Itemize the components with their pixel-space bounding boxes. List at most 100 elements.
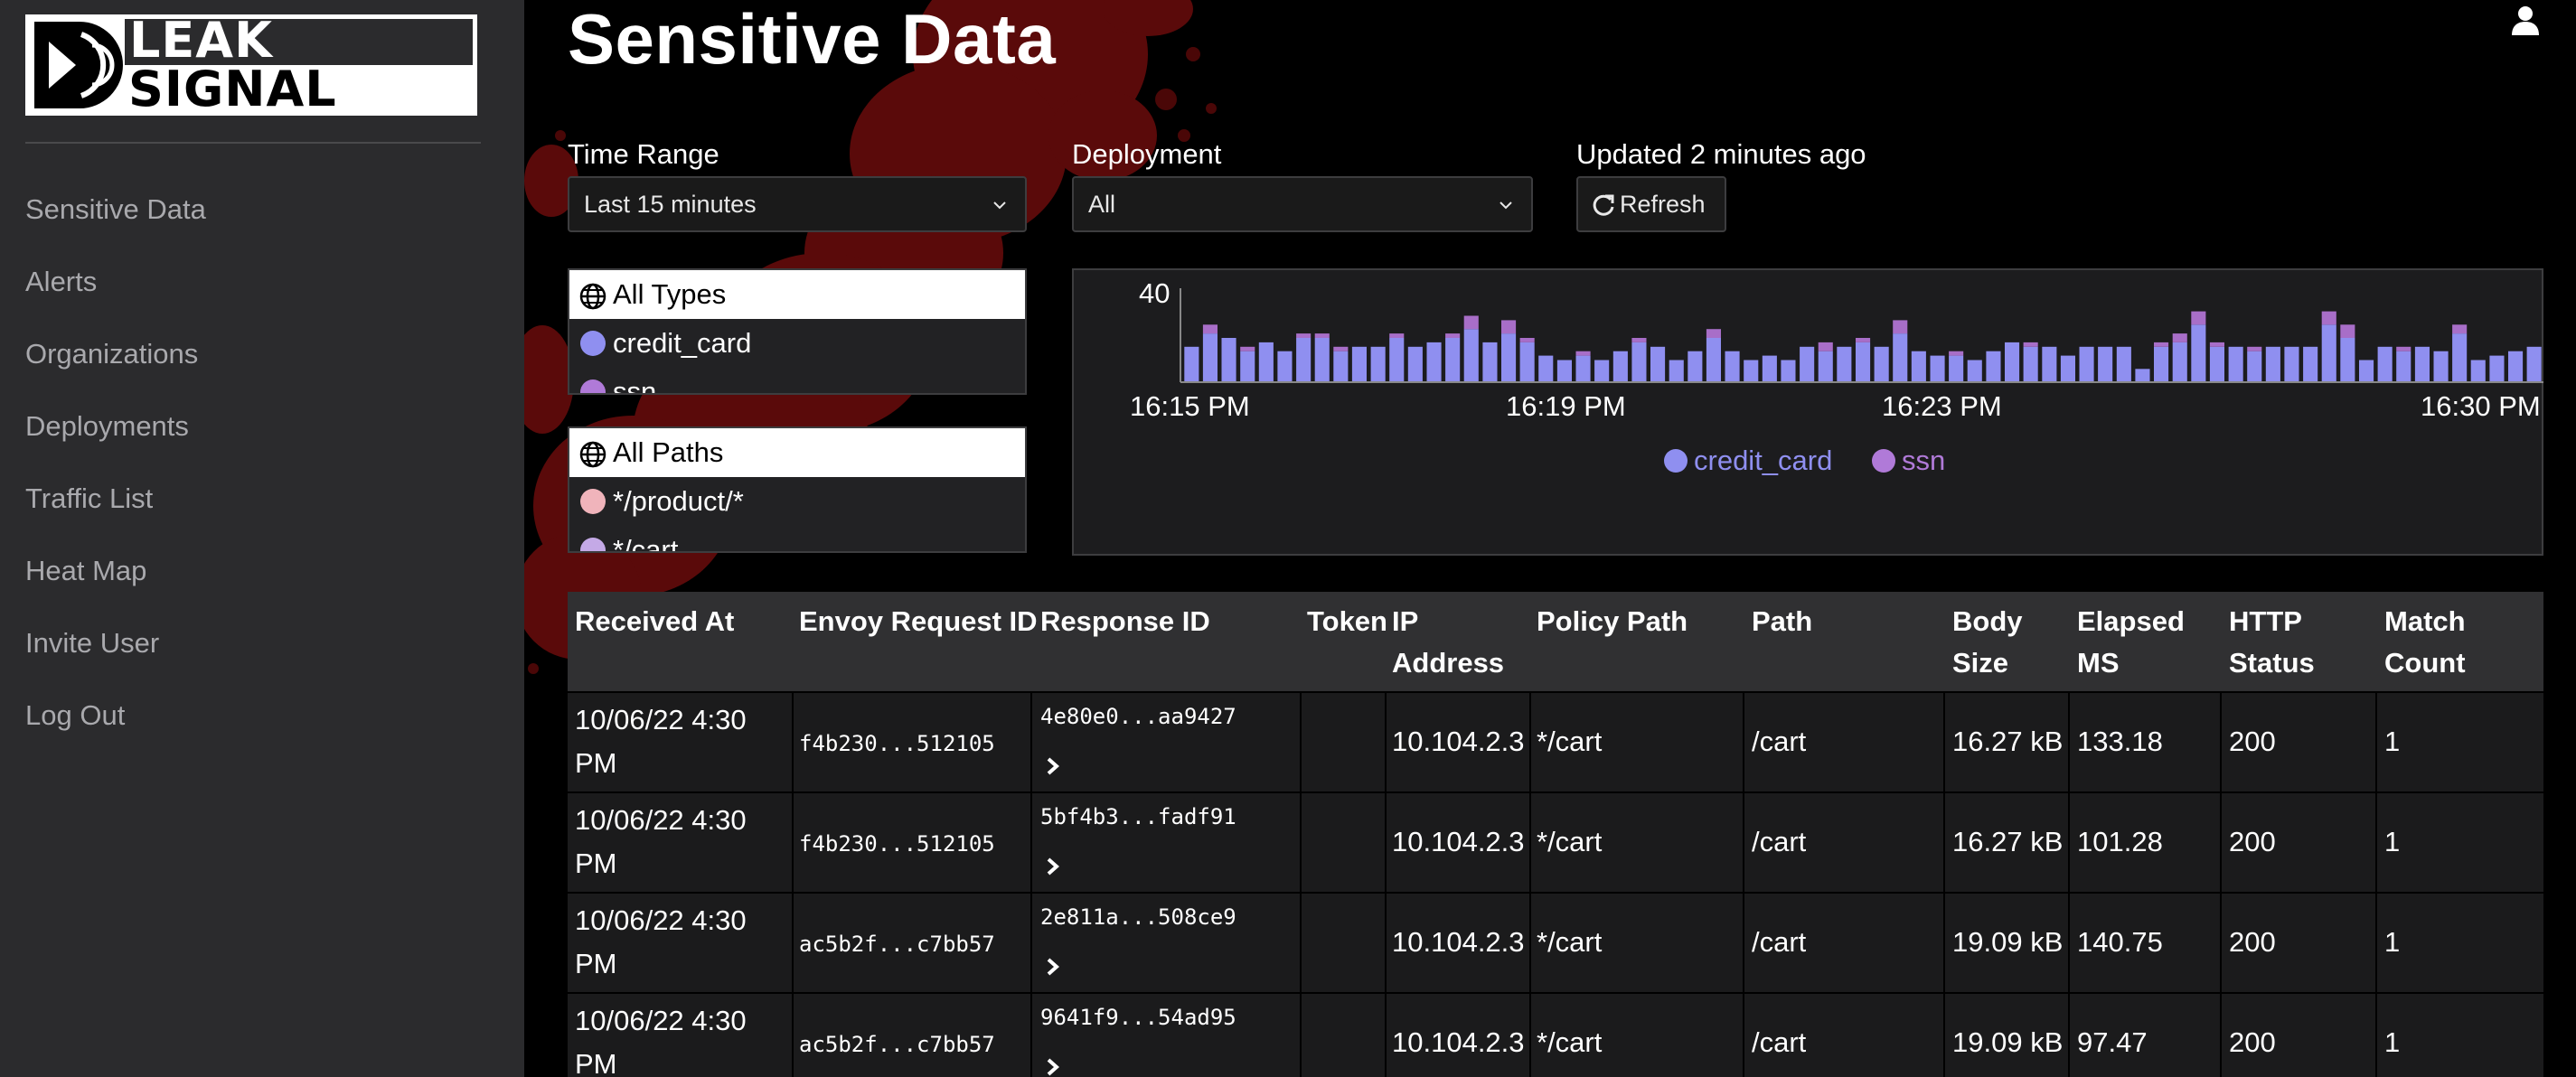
bar-credit-card[interactable] [2191, 324, 2206, 382]
bar-credit-card[interactable] [2414, 346, 2430, 382]
bar-credit-card[interactable] [1874, 346, 1889, 382]
sidebar-item-alerts[interactable]: Alerts [25, 260, 206, 332]
bar-ssn[interactable] [1818, 342, 1833, 351]
refresh-button[interactable]: Refresh [1576, 176, 1726, 232]
bar-credit-card[interactable] [1818, 351, 1833, 382]
bar-credit-card[interactable] [2489, 355, 2505, 382]
bar-credit-card[interactable] [2154, 346, 2169, 382]
bar-credit-card[interactable] [1800, 346, 1815, 382]
bar-credit-card[interactable] [1575, 355, 1591, 382]
bar-credit-card[interactable] [2172, 342, 2187, 382]
bar-credit-card[interactable] [1370, 346, 1386, 382]
bar-credit-card[interactable] [1389, 338, 1405, 382]
bar-credit-card[interactable] [2526, 346, 2542, 382]
type-item-ssn[interactable]: ssn [569, 368, 1025, 393]
path-item-all[interactable]: All Paths [569, 428, 1025, 477]
table-row[interactable]: 10/06/22 4:30 PM ac5b2f...c7bb57 9641f9...… [568, 992, 2543, 1077]
chevron-right-icon[interactable] [1043, 756, 1063, 776]
bar-credit-card[interactable] [1501, 333, 1517, 382]
bar-credit-card[interactable] [1967, 360, 1982, 383]
bar-ssn[interactable] [1333, 346, 1349, 351]
sidebar-item-sensitive-data[interactable]: Sensitive Data [25, 188, 206, 260]
col-match-count[interactable]: Match Count [2384, 601, 2484, 684]
bar-credit-card[interactable] [1333, 351, 1349, 382]
bar-ssn[interactable] [2321, 311, 2336, 325]
bar-credit-card[interactable] [1556, 360, 1572, 383]
bar-credit-card[interactable] [2321, 324, 2336, 382]
bar-ssn[interactable] [1631, 338, 1647, 342]
bar-credit-card[interactable] [2340, 338, 2355, 382]
bar-ssn[interactable] [1519, 338, 1535, 342]
chevron-right-icon[interactable] [1043, 1057, 1063, 1077]
bar-ssn[interactable] [1706, 329, 1721, 338]
legend-credit-card-label[interactable]: credit_card [1694, 445, 1832, 476]
bar-ssn[interactable] [1445, 333, 1461, 338]
table-row[interactable]: 10/06/22 4:30 PM f4b230...512105 4e80e0...… [568, 691, 2543, 792]
col-envoy-request-id[interactable]: Envoy Request ID [799, 601, 1038, 642]
bar-ssn[interactable] [1893, 320, 1908, 334]
col-body-size[interactable]: Body Size [1952, 601, 2025, 684]
bar-credit-card[interactable] [1930, 355, 1945, 382]
bar-credit-card[interactable] [1463, 329, 1479, 382]
bar-ssn[interactable] [2023, 342, 2038, 347]
bar-credit-card[interactable] [1949, 355, 1964, 382]
chevron-right-icon[interactable] [1043, 857, 1063, 876]
col-elapsed-ms[interactable]: Elapsed MS [2077, 601, 2195, 684]
bar-credit-card[interactable] [1482, 342, 1498, 382]
bar-credit-card[interactable] [2005, 342, 2020, 382]
bar-credit-card[interactable] [1240, 351, 1255, 382]
col-received-at[interactable]: Received At [575, 601, 734, 642]
bar-ssn[interactable] [2452, 324, 2468, 334]
bar-ssn[interactable] [1314, 333, 1330, 338]
bar-ssn[interactable] [1240, 346, 1255, 351]
bar-ssn[interactable] [2247, 346, 2262, 351]
bar-credit-card[interactable] [2433, 351, 2449, 382]
sidebar-item-log-out[interactable]: Log Out [25, 694, 206, 766]
legend-ssn-label[interactable]: ssn [1902, 445, 1945, 476]
bar-credit-card[interactable] [1744, 360, 1759, 383]
bar-credit-card[interactable] [1202, 333, 1217, 382]
paths-filter-list[interactable]: All Paths */product/* */cart [568, 426, 1027, 553]
bar-credit-card[interactable] [2452, 333, 2468, 382]
bar-credit-card[interactable] [1986, 351, 2001, 382]
bar-ssn[interactable] [1296, 333, 1312, 338]
cell-response-id[interactable]: 5bf4b3...fadf91 [1040, 795, 1275, 838]
bar-credit-card[interactable] [1612, 351, 1628, 382]
col-token[interactable]: Token [1307, 601, 1387, 642]
sidebar-item-traffic-list[interactable]: Traffic List [25, 477, 206, 549]
bar-credit-card[interactable] [1725, 351, 1740, 382]
bar-credit-card[interactable] [2508, 351, 2524, 382]
bar-credit-card[interactable] [2228, 346, 2243, 382]
sidebar-item-invite-user[interactable]: Invite User [25, 622, 206, 694]
bar-ssn[interactable] [1856, 338, 1871, 342]
table-row[interactable]: 10/06/22 4:30 PM ac5b2f...c7bb57 2e811a...… [568, 892, 2543, 993]
bar-credit-card[interactable] [1669, 360, 1684, 383]
bar-credit-card[interactable] [1688, 351, 1703, 382]
bar-credit-card[interactable] [2209, 346, 2224, 382]
col-policy-path[interactable]: Policy Path [1537, 601, 1688, 642]
bar-credit-card[interactable] [1538, 355, 1554, 382]
bar-ssn[interactable] [2191, 311, 2206, 325]
bar-credit-card[interactable] [2079, 346, 2094, 382]
bar-credit-card[interactable] [2470, 360, 2486, 383]
bar-credit-card[interactable] [1426, 342, 1442, 382]
cell-response-id[interactable]: 2e811a...508ce9 [1040, 895, 1275, 939]
bar-ssn[interactable] [1463, 315, 1479, 330]
bar-credit-card[interactable] [1445, 338, 1461, 382]
bar-credit-card[interactable] [1221, 338, 1236, 382]
bar-credit-card[interactable] [1706, 338, 1721, 382]
bar-credit-card[interactable] [1856, 342, 1871, 382]
bar-credit-card[interactable] [1314, 338, 1330, 382]
cell-response-id[interactable]: 4e80e0...aa9427 [1040, 695, 1275, 738]
table-row[interactable]: 10/06/22 4:30 PM f4b230...512105 5bf4b3...… [568, 791, 2543, 893]
bar-credit-card[interactable] [1277, 351, 1293, 382]
col-http-status[interactable]: HTTP Status [2229, 601, 2328, 684]
bar-ssn[interactable] [2209, 342, 2224, 347]
bar-ssn[interactable] [1389, 333, 1405, 338]
bar-credit-card[interactable] [1893, 333, 1908, 382]
bar-credit-card[interactable] [1781, 360, 1796, 383]
bar-ssn[interactable] [2172, 333, 2187, 342]
bar-credit-card[interactable] [1519, 342, 1535, 382]
bar-ssn[interactable] [1575, 351, 1591, 356]
type-item-credit-card[interactable]: credit_card [569, 319, 1025, 368]
